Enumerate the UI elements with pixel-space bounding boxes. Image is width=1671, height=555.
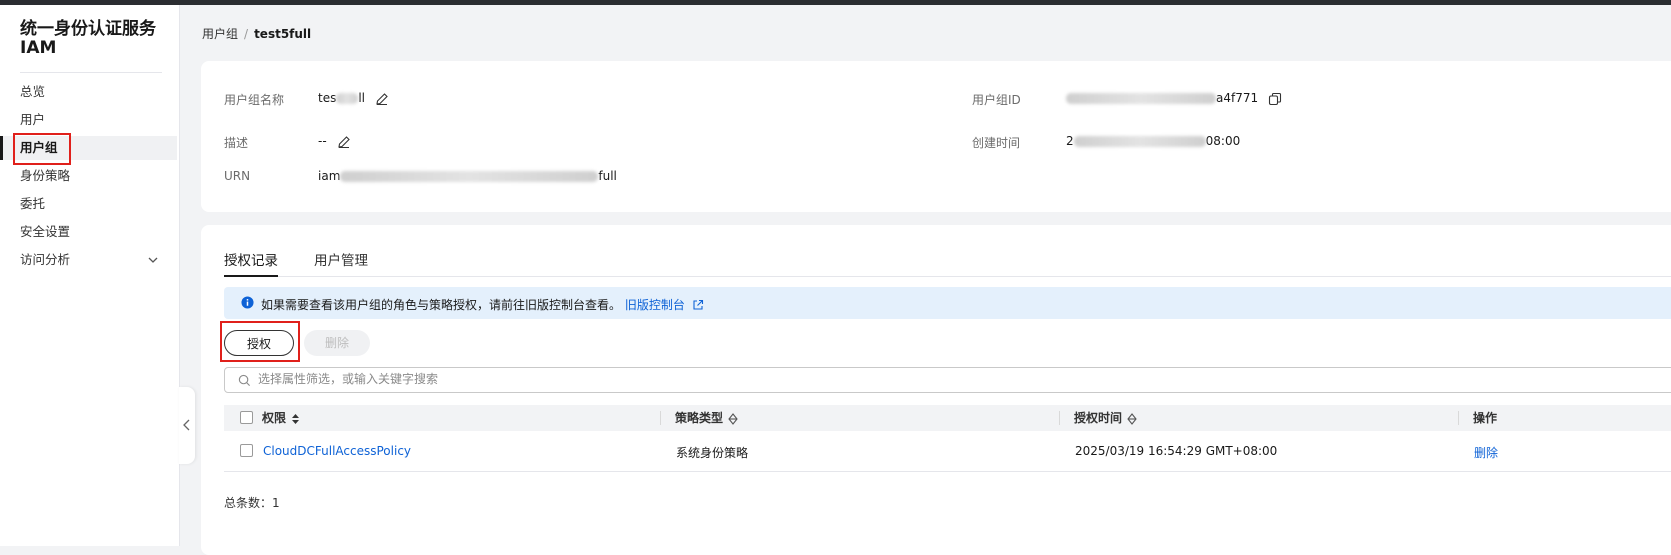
group-id-label: 用户组ID bbox=[972, 93, 1021, 107]
column-header-grant-time[interactable]: 授权时间 bbox=[1074, 405, 1137, 431]
sidebar: 统一身份认证服务 IAM 总览 用户 用户组 身份策略 委托 安全设置 访问分析 bbox=[0, 5, 180, 546]
redacted-blur bbox=[340, 171, 599, 182]
redacted-blur bbox=[1073, 136, 1206, 147]
edit-description-icon[interactable] bbox=[337, 135, 351, 149]
redacted-blur bbox=[1066, 93, 1216, 104]
group-name-label: 用户组名称 bbox=[224, 93, 285, 107]
sidebar-item-users[interactable]: 用户 bbox=[0, 108, 177, 132]
edit-name-icon[interactable] bbox=[375, 92, 389, 106]
column-divider bbox=[660, 411, 661, 425]
description-label: 描述 bbox=[224, 136, 249, 150]
sort-icon[interactable] bbox=[291, 413, 300, 425]
tab-user-management[interactable]: 用户管理 bbox=[314, 249, 368, 275]
sidebar-item-access-analysis[interactable]: 访问分析 bbox=[0, 248, 177, 272]
search-bar[interactable] bbox=[224, 367, 1671, 393]
notice-text: 如果需要查看该用户组的角色与策略授权，请前往旧版控制台查看。 bbox=[261, 298, 622, 312]
breadcrumb-current: test5full bbox=[254, 27, 312, 41]
breadcrumb: 用户组 / test5full bbox=[202, 25, 311, 42]
urn-value: iam full bbox=[318, 169, 617, 183]
column-header-actions: 操作 bbox=[1473, 411, 1498, 425]
external-link-icon[interactable] bbox=[692, 299, 704, 311]
tab-authorization-records[interactable]: 授权记录 bbox=[224, 249, 278, 277]
info-icon bbox=[241, 296, 254, 309]
policy-type-cell: 系统身份策略 bbox=[676, 446, 749, 460]
sidebar-item-user-groups[interactable]: 用户组 bbox=[0, 136, 177, 160]
column-divider bbox=[1458, 411, 1459, 425]
search-input[interactable] bbox=[256, 371, 860, 387]
grant-button[interactable]: 授权 bbox=[224, 330, 294, 356]
chevron-down-icon bbox=[148, 257, 158, 263]
sidebar-collapse-button[interactable] bbox=[179, 387, 195, 464]
column-header-policy-type[interactable]: 策略类型 bbox=[675, 405, 738, 431]
sidebar-item-overview[interactable]: 总览 bbox=[0, 80, 177, 104]
notice-banner: 如果需要查看该用户组的角色与策略授权，请前往旧版控制台查看。 旧版控制台 bbox=[224, 287, 1671, 319]
legacy-console-link[interactable]: 旧版控制台 bbox=[625, 298, 685, 312]
chevron-left-icon bbox=[183, 419, 190, 431]
group-id-value: a4f771 bbox=[1066, 91, 1282, 106]
row-checkbox[interactable] bbox=[240, 444, 253, 457]
delete-button: 删除 bbox=[304, 330, 370, 356]
group-info-card: 用户组名称 tes ll 描述 -- URN iam full 用户组ID a4f7… bbox=[201, 61, 1671, 212]
column-divider bbox=[1059, 411, 1060, 425]
created-time-value: 2 08:00 bbox=[1066, 134, 1241, 148]
sort-icon[interactable] bbox=[728, 412, 738, 425]
sidebar-divider bbox=[20, 72, 162, 73]
select-all-checkbox[interactable] bbox=[240, 411, 253, 424]
redacted-blur bbox=[336, 93, 359, 104]
description-value: -- bbox=[318, 134, 351, 149]
table-header: 权限 策略类型 授权时间 操作 bbox=[224, 405, 1671, 431]
copy-icon[interactable] bbox=[1268, 92, 1282, 106]
sort-icon[interactable] bbox=[1127, 412, 1137, 425]
breadcrumb-user-groups[interactable]: 用户组 bbox=[202, 27, 238, 41]
table-row: CloudDCFullAccessPolicy 系统身份策略 2025/03/1… bbox=[224, 431, 1671, 472]
policy-name-link[interactable]: CloudDCFullAccessPolicy bbox=[263, 444, 411, 458]
tab-bar: 授权记录 用户管理 bbox=[224, 249, 1671, 277]
created-time-label: 创建时间 bbox=[972, 136, 1021, 150]
sidebar-item-security-settings[interactable]: 安全设置 bbox=[0, 220, 177, 244]
active-indicator bbox=[0, 136, 3, 160]
sidebar-item-identity-policies[interactable]: 身份策略 bbox=[0, 164, 177, 188]
top-bar bbox=[0, 0, 1671, 5]
search-icon bbox=[238, 374, 251, 387]
column-header-permission[interactable]: 权限 bbox=[262, 405, 300, 431]
urn-label: URN bbox=[224, 169, 251, 183]
group-name-value: tes ll bbox=[318, 91, 389, 106]
row-delete-link[interactable]: 删除 bbox=[1474, 444, 1498, 461]
total-count: 总条数：1 bbox=[224, 496, 280, 510]
service-title: 统一身份认证服务 IAM bbox=[20, 19, 156, 58]
sidebar-item-agencies[interactable]: 委托 bbox=[0, 192, 177, 216]
permissions-card: 授权记录 用户管理 如果需要查看该用户组的角色与策略授权，请前往旧版控制台查看。… bbox=[201, 225, 1671, 555]
breadcrumb-separator: / bbox=[244, 27, 249, 41]
grant-time-cell: 2025/03/19 16:54:29 GMT+08:00 bbox=[1075, 444, 1278, 458]
